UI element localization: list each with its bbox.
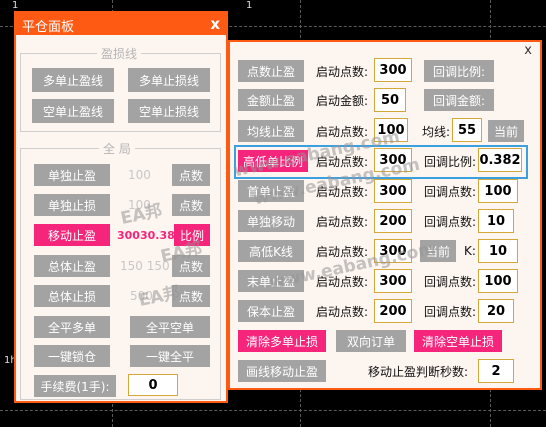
callback-points-label: 回调点数: [424, 214, 477, 229]
trailing-stop-button[interactable]: 移动止盈 [34, 224, 110, 246]
axis-label: 1 [246, 0, 253, 11]
k-label: K: [464, 244, 476, 258]
group-legend: 盈损线 [97, 45, 142, 62]
single-tp-unit-button[interactable]: 点数 [172, 164, 210, 186]
callback-points-input[interactable]: 100 [478, 179, 518, 203]
start-amount-input[interactable]: 50 [374, 88, 406, 112]
high-low-kline-button[interactable]: 高低K线 [238, 240, 304, 262]
current-button[interactable]: 当前 [420, 240, 456, 262]
callback-ratio-input[interactable]: 0.382 [478, 148, 522, 172]
fee-label: 手续费(1手): [34, 375, 116, 397]
clear-long-sl-button[interactable]: 清除多单止损 [238, 330, 326, 352]
total-tp-value: 150 150 [120, 259, 170, 273]
group-legend: 全 局 [99, 140, 135, 157]
start-points-input[interactable]: 300 [374, 269, 412, 293]
ma-input[interactable]: 55 [452, 118, 482, 142]
total-tp-unit-button[interactable]: 点数 [172, 255, 210, 277]
callback-amount-button[interactable]: 回调金额: [424, 89, 494, 111]
start-points-label: 启动点数: [316, 124, 369, 139]
close-icon[interactable]: x [524, 43, 532, 58]
current-button[interactable]: 当前 [488, 120, 524, 142]
callback-ratio-label: 回调比例: [424, 154, 477, 169]
panel-titlebar[interactable]: 平仓面板 x [16, 13, 226, 35]
close-icon[interactable]: x [210, 15, 220, 33]
trailing-seconds-label: 移动止盈判断秒数: [368, 364, 469, 379]
callback-points-input[interactable]: 10 [478, 209, 514, 233]
start-points-label: 启动点数: [316, 274, 369, 289]
single-tp-button[interactable]: 单独止盈 [34, 164, 110, 186]
single-trailing-button[interactable]: 单独移动 [238, 210, 304, 232]
close-all-long-button[interactable]: 全平多单 [34, 316, 110, 338]
start-points-label: 启动点数: [316, 184, 369, 199]
axis-label: 1 [12, 0, 19, 11]
multi-sl-line-button[interactable]: 多单止损线 [128, 68, 210, 92]
start-points-input[interactable]: 100 [374, 118, 408, 142]
start-points-label: 启动点数: [316, 154, 369, 169]
total-tp-button[interactable]: 总体止盈 [34, 255, 110, 277]
trailing-values: 30030.382 [117, 228, 183, 242]
k-input[interactable]: 10 [478, 239, 518, 263]
first-order-tp-button[interactable]: 首单止盈 [238, 180, 304, 202]
start-points-input[interactable]: 300 [374, 239, 412, 263]
start-points-label: 启动点数: [316, 214, 369, 229]
start-points-label: 启动点数: [316, 64, 369, 79]
callback-points-label: 回调点数: [424, 184, 477, 199]
high-low-ratio-button[interactable]: 高低单比例 [238, 150, 308, 172]
fee-input[interactable]: 0 [128, 374, 178, 396]
last-order-tp-button[interactable]: 末单止盈 [238, 270, 304, 292]
two-way-order-button[interactable]: 双向订单 [336, 330, 406, 352]
start-points-label: 启动点数: [316, 304, 369, 319]
breakeven-tp-button[interactable]: 保本止盈 [238, 300, 304, 322]
start-points-input[interactable]: 300 [374, 148, 412, 172]
panel-title: 平仓面板 [22, 20, 75, 35]
callback-points-label: 回调点数: [424, 274, 477, 289]
total-sl-value: 500 [130, 289, 153, 303]
multi-tp-line-button[interactable]: 多单止盈线 [32, 68, 114, 92]
single-tp-value: 100 [128, 168, 151, 182]
amount-tp-button[interactable]: 金额止盈 [238, 89, 304, 111]
short-tp-line-button[interactable]: 空单止盈线 [32, 99, 114, 123]
total-sl-unit-button[interactable]: 点数 [172, 285, 210, 307]
start-amount-label: 启动金额: [316, 93, 369, 108]
close-all-short-button[interactable]: 全平空单 [130, 316, 210, 338]
single-sl-value: 100 [128, 198, 151, 212]
single-sl-button[interactable]: 单独止损 [34, 194, 110, 216]
callback-points-label: 回调点数: [424, 304, 477, 319]
start-points-input[interactable]: 200 [374, 209, 412, 233]
ma-label: 均线: [422, 124, 451, 139]
close-panel: 平仓面板 x 盈损线 多单止盈线 多单止损线 空单止盈线 空单止损线 全 局 单… [14, 11, 228, 403]
trailing-seconds-input[interactable]: 2 [478, 359, 514, 383]
callback-points-input[interactable]: 20 [478, 299, 514, 323]
one-click-close-all-button[interactable]: 一键全平 [130, 345, 210, 367]
start-points-input[interactable]: 200 [374, 299, 412, 323]
draw-trailing-line-button[interactable]: 画线移动止盈 [238, 360, 326, 382]
trailing-settings-panel: x 点数止盈 启动点数: 300 回调比例: 金额止盈 启动金额: 50 回调金… [228, 40, 542, 390]
callback-ratio-button[interactable]: 回调比例: [424, 60, 494, 82]
callback-points-input[interactable]: 100 [478, 269, 518, 293]
ma-tp-button[interactable]: 均线止盈 [238, 120, 304, 142]
short-sl-line-button[interactable]: 空单止损线 [128, 99, 210, 123]
point-tp-button[interactable]: 点数止盈 [238, 60, 304, 82]
start-points-input[interactable]: 300 [374, 179, 412, 203]
one-click-lock-button[interactable]: 一键锁仓 [34, 345, 110, 367]
total-sl-button[interactable]: 总体止损 [34, 285, 110, 307]
single-sl-unit-button[interactable]: 点数 [172, 194, 210, 216]
start-points-label: 启动点数: [316, 244, 369, 259]
clear-short-sl-button[interactable]: 清除空单止损 [414, 330, 502, 352]
start-points-input[interactable]: 300 [374, 58, 412, 82]
trailing-ratio-button[interactable]: 比例 [174, 224, 210, 246]
